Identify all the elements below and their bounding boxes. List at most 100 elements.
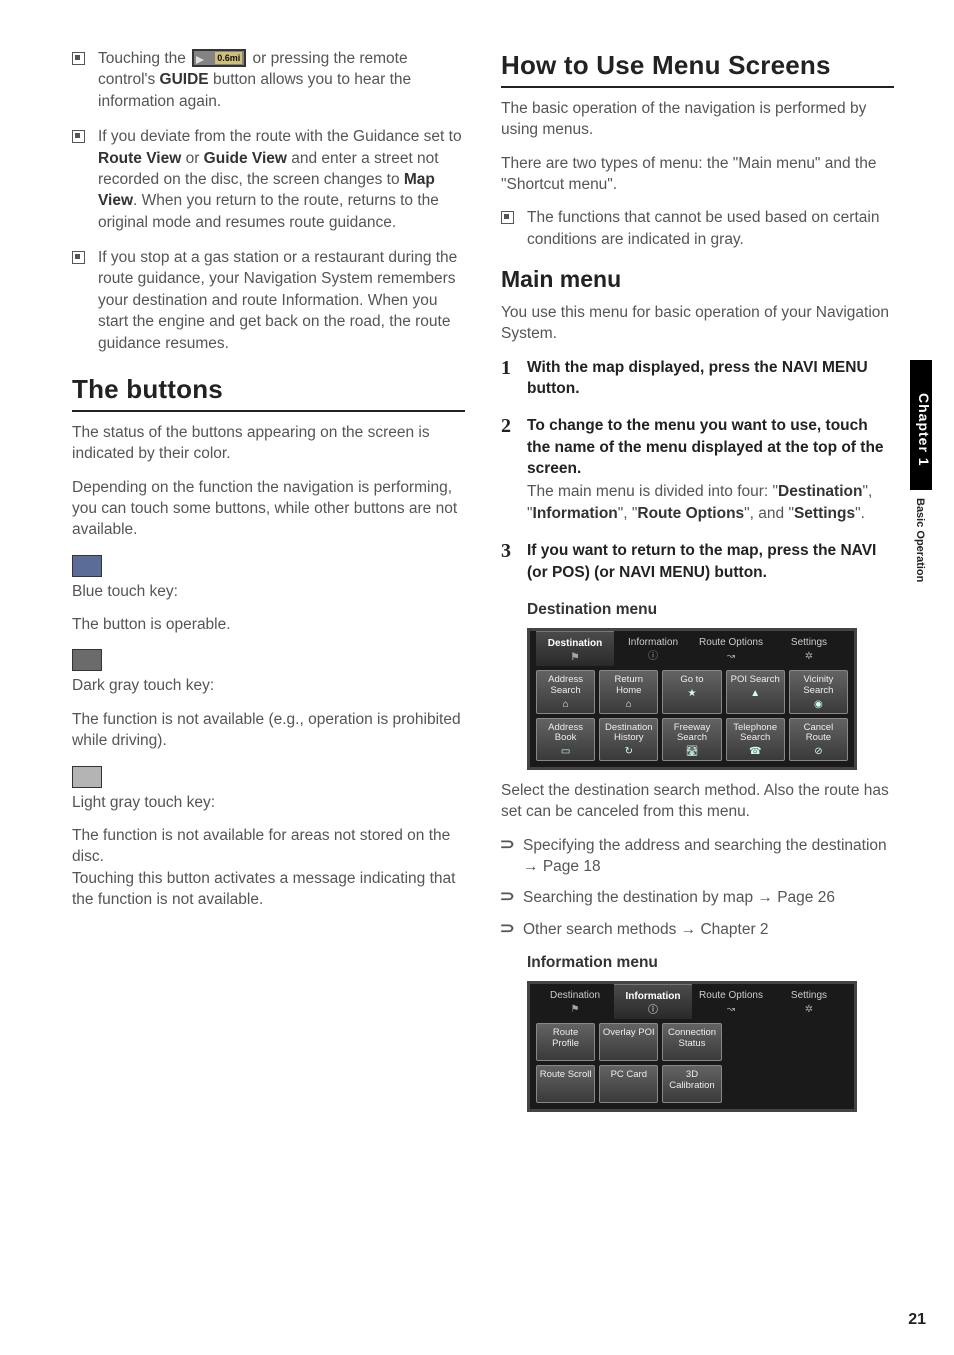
text: Searching the destination by map xyxy=(523,889,757,906)
arrow-icon: → xyxy=(757,889,777,906)
text: ". xyxy=(855,505,865,522)
step-number: 3 xyxy=(501,538,511,566)
text: ", and " xyxy=(744,505,794,522)
link-map-search: Searching the destination by map → Page … xyxy=(501,887,894,908)
dest-desc: Select the destination search method. Al… xyxy=(501,780,894,823)
key-light-desc: The function is not available for areas … xyxy=(72,825,465,911)
info-icon: ⓘ xyxy=(616,652,690,662)
bold: Destination xyxy=(778,483,862,500)
swatch-dark-gray xyxy=(72,649,102,671)
tab-settings[interactable]: Settings✲ xyxy=(770,984,848,1019)
bold: Guide View xyxy=(204,150,287,167)
vicinity-icon: ◉ xyxy=(792,699,845,711)
key-blue-title: Blue touch key: xyxy=(72,581,465,602)
step-2: 2 To change to the menu you want to use,… xyxy=(501,415,894,524)
guide-distance-icon: 0.6mi xyxy=(192,49,246,67)
star-icon: ★ xyxy=(665,688,718,700)
label: Telephone Search xyxy=(733,722,777,744)
ref: Page 26 xyxy=(777,889,835,906)
text: The functions that cannot be used based … xyxy=(527,209,879,247)
use-p2: There are two types of menu: the "Main m… xyxy=(501,153,894,196)
buttons-intro-1: The status of the buttons appearing on t… xyxy=(72,422,465,465)
book-icon: ▭ xyxy=(539,746,592,758)
btn-return-home[interactable]: Return Home ⌂ xyxy=(599,670,658,713)
key-dark-desc: The function is not available (e.g., ope… xyxy=(72,709,465,752)
tab-label: Route Options xyxy=(699,990,763,1001)
label: Vicinity Search xyxy=(803,674,833,696)
btn-cancel-route[interactable]: Cancel Route⊘ xyxy=(789,718,848,761)
use-p1: The basic operation of the navigation is… xyxy=(501,98,894,141)
text: If you want to return to the map, press … xyxy=(527,542,840,559)
btn-route-scroll[interactable]: Route Scroll xyxy=(536,1065,595,1103)
link-address-search: Specifying the address and searching the… xyxy=(501,835,894,878)
text: To change to the menu you want to use, t… xyxy=(527,417,884,477)
arrow-icon: → xyxy=(523,858,543,875)
text: Other search methods xyxy=(523,921,681,938)
key-light-title: Light gray touch key: xyxy=(72,792,465,813)
tab-destination[interactable]: Destination⚑ xyxy=(536,631,614,666)
btn-poi-search[interactable]: POI Search ▲ xyxy=(726,670,785,713)
bullet-deviate: If you deviate from the route with the G… xyxy=(72,126,465,233)
phone-icon: ☎ xyxy=(729,746,782,758)
text: or xyxy=(181,150,203,167)
bold: Route Options xyxy=(637,505,744,522)
use-bullet: The functions that cannot be used based … xyxy=(501,207,894,250)
btn-destination-history[interactable]: Destination History↻ xyxy=(599,718,658,761)
left-column: Touching the 0.6mi or pressing the remot… xyxy=(72,48,465,1122)
link-other-search: Other search methods → Chapter 2 xyxy=(501,919,894,940)
label: Address Book xyxy=(548,722,583,744)
btn-vicinity-search[interactable]: Vicinity Search ◉ xyxy=(789,670,848,713)
step-3: 3 If you want to return to the map, pres… xyxy=(501,540,894,583)
btn-go-to[interactable]: Go to ★ xyxy=(662,670,721,713)
label: POI Search xyxy=(731,674,780,685)
btn-freeway-search[interactable]: Freeway Search🛣 xyxy=(662,718,721,761)
btn-connection-status[interactable]: Connection Status xyxy=(662,1023,721,1061)
arrow-icon: → xyxy=(681,921,701,938)
step-number: 1 xyxy=(501,355,511,383)
heading-the-buttons: The buttons xyxy=(72,372,465,412)
btn-address-search[interactable]: Address Search ⌂ xyxy=(536,670,595,713)
history-icon: ↻ xyxy=(602,746,655,758)
heading-destination-menu: Destination menu xyxy=(527,599,894,620)
tab-information[interactable]: Informationⓘ xyxy=(614,984,692,1019)
step-1: 1 With the map displayed, press the NAVI… xyxy=(501,357,894,400)
label: Overlay POI xyxy=(603,1027,655,1038)
right-column: How to Use Menu Screens The basic operat… xyxy=(501,48,894,1122)
freeway-icon: 🛣 xyxy=(665,746,718,758)
text: Touching the xyxy=(98,50,190,67)
poi-icon: ▲ xyxy=(729,688,782,700)
label: Address Search xyxy=(548,674,583,696)
btn-address-book[interactable]: Address Book ▭ xyxy=(536,718,595,761)
ref: Chapter 2 xyxy=(700,921,768,938)
gear-icon: ✲ xyxy=(772,1005,846,1015)
label: Route Scroll xyxy=(540,1069,592,1080)
tab-destination[interactable]: Destination⚑ xyxy=(536,984,614,1019)
text: If you deviate from the route with the G… xyxy=(98,128,462,145)
btn-telephone-search[interactable]: Telephone Search ☎ xyxy=(726,718,785,761)
tab-label: Destination xyxy=(550,990,600,1001)
text: button. xyxy=(527,380,580,397)
bullet-guide: Touching the 0.6mi or pressing the remot… xyxy=(72,48,465,112)
tab-route-options[interactable]: Route Options↝ xyxy=(692,631,770,666)
btn-route-profile[interactable]: Route Profile xyxy=(536,1023,595,1061)
ref: Page 18 xyxy=(543,858,601,875)
home-icon: ⌂ xyxy=(602,699,655,711)
label: Go to xyxy=(680,674,703,685)
person-icon: ⌂ xyxy=(539,699,592,711)
tab-information[interactable]: Informationⓘ xyxy=(614,631,692,666)
btn-3d-calibration[interactable]: 3D Calibration xyxy=(662,1065,721,1103)
icon-label: 0.6mi xyxy=(215,52,242,64)
tab-settings[interactable]: Settings✲ xyxy=(770,631,848,666)
label: Return Home xyxy=(615,674,644,696)
flag-icon: ⚑ xyxy=(538,653,612,663)
label: Cancel Route xyxy=(804,722,834,744)
key-dark-title: Dark gray touch key: xyxy=(72,675,465,696)
bold: Information xyxy=(533,505,618,522)
btn-pc-card[interactable]: PC Card xyxy=(599,1065,658,1103)
swatch-blue xyxy=(72,555,102,577)
tab-label: Information xyxy=(626,991,681,1002)
tab-route-options[interactable]: Route Options↝ xyxy=(692,984,770,1019)
label: 3D Calibration xyxy=(669,1069,714,1091)
btn-overlay-poi[interactable]: Overlay POI xyxy=(599,1023,658,1061)
swatch-light-gray xyxy=(72,766,102,788)
